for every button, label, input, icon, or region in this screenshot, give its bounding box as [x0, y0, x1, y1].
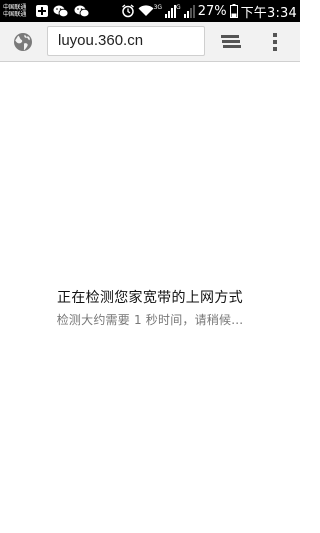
battery-icon: [229, 0, 238, 22]
status-bar: 中国联通 中国联通 3G G 27% 下午3:34: [0, 0, 300, 22]
clock: 下午3:34: [240, 5, 297, 21]
status-right-group: 3G G 27% 下午3:34: [118, 0, 297, 22]
signal-icon: [165, 0, 177, 22]
signal-icon: [183, 0, 195, 22]
network-type-3g: 3G: [153, 4, 163, 11]
plus-notification-icon: [36, 5, 48, 17]
detecting-subtitle: 检测大约需要 1 秒时间，请稍候...: [56, 313, 244, 327]
detecting-title: 正在检测您家宽带的上网方式: [57, 290, 243, 306]
carrier-label-1: 中国联通: [3, 4, 27, 11]
wifi-icon: [138, 0, 154, 22]
wechat-icon: [74, 0, 90, 22]
page-content: 正在检测您家宽带的上网方式 检测大约需要 1 秒时间，请稍候...: [0, 62, 300, 533]
browser-toolbar: luyou.360.cn: [0, 22, 300, 62]
carrier-label-2: 中国联通: [3, 11, 27, 18]
wechat-icon: [53, 0, 69, 22]
alarm-icon: [121, 0, 135, 22]
overflow-menu-icon[interactable]: [272, 31, 278, 53]
carrier-labels: 中国联通 中国联通: [3, 4, 33, 18]
tabs-icon[interactable]: [221, 34, 241, 50]
battery-percent: 27%: [197, 3, 227, 19]
address-bar[interactable]: luyou.360.cn: [47, 26, 205, 56]
address-bar-url: luyou.360.cn: [58, 32, 144, 49]
network-type-g: G: [176, 4, 181, 11]
globe-icon[interactable]: [13, 32, 33, 52]
